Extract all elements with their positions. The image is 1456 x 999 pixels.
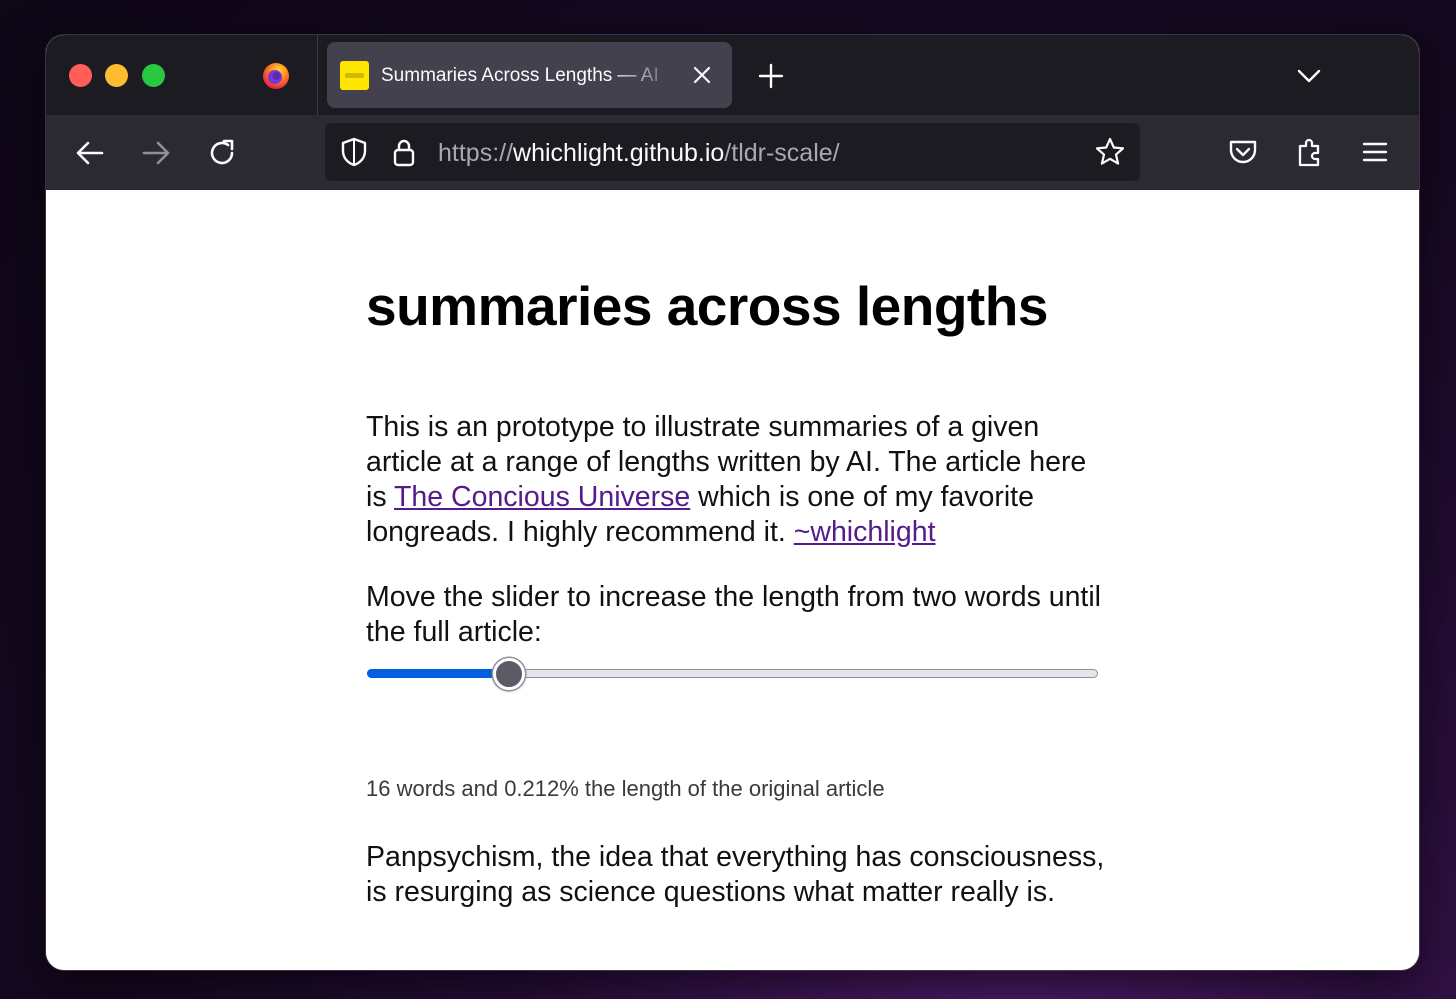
close-icon[interactable] xyxy=(689,62,715,88)
minimize-window-button[interactable] xyxy=(105,64,128,87)
plus-icon[interactable] xyxy=(758,63,784,89)
tab-bar: Summaries Across Lengths — AI xyxy=(46,35,1419,115)
active-tab[interactable]: Summaries Across Lengths — AI xyxy=(327,42,732,108)
url-text[interactable]: https://whichlight.github.io/tldr-scale/ xyxy=(438,139,840,167)
slider-fill xyxy=(367,669,510,678)
lock-icon[interactable] xyxy=(388,136,420,168)
length-slider[interactable] xyxy=(366,658,1099,692)
extensions-icon[interactable] xyxy=(1294,136,1326,168)
page-title: summaries across lengths xyxy=(366,275,1048,337)
zoom-window-button[interactable] xyxy=(142,64,165,87)
firefox-icon[interactable] xyxy=(261,60,291,90)
star-icon[interactable] xyxy=(1094,136,1126,168)
slider-thumb[interactable] xyxy=(493,658,525,690)
intro-paragraph: This is an prototype to illustrate summa… xyxy=(366,410,1106,550)
pocket-icon[interactable] xyxy=(1227,136,1259,168)
summary-text: Panpsychism, the idea that everything ha… xyxy=(366,841,1105,908)
shield-icon[interactable] xyxy=(338,136,370,168)
chevron-down-icon[interactable] xyxy=(1296,63,1322,89)
length-status: 16 words and 0.212% the length of the or… xyxy=(366,776,885,801)
hamburger-menu-icon[interactable] xyxy=(1359,136,1391,168)
url-scheme: https:// xyxy=(438,139,514,167)
tab-title-fade xyxy=(617,54,687,98)
instructions-text: Move the slider to increase the length f… xyxy=(366,581,1102,648)
tab-favicon-icon xyxy=(340,61,369,90)
page-content: summaries across lengths This is an prot… xyxy=(46,190,1419,970)
forward-arrow-icon[interactable] xyxy=(140,137,172,169)
nav-toolbar: https://whichlight.github.io/tldr-scale/ xyxy=(46,115,1419,190)
back-arrow-icon[interactable] xyxy=(74,137,106,169)
url-host: whichlight.github.io xyxy=(513,139,725,167)
author-link[interactable]: ~whichlight xyxy=(794,516,936,548)
reload-icon[interactable] xyxy=(206,137,238,169)
tab-separator xyxy=(317,35,318,115)
url-path: /tldr-scale/ xyxy=(724,139,840,167)
close-window-button[interactable] xyxy=(69,64,92,87)
article-link[interactable]: The Concious Universe xyxy=(394,481,690,513)
address-bar[interactable]: https://whichlight.github.io/tldr-scale/ xyxy=(325,123,1140,181)
browser-window: Summaries Across Lengths — AI https://wh… xyxy=(46,35,1419,970)
